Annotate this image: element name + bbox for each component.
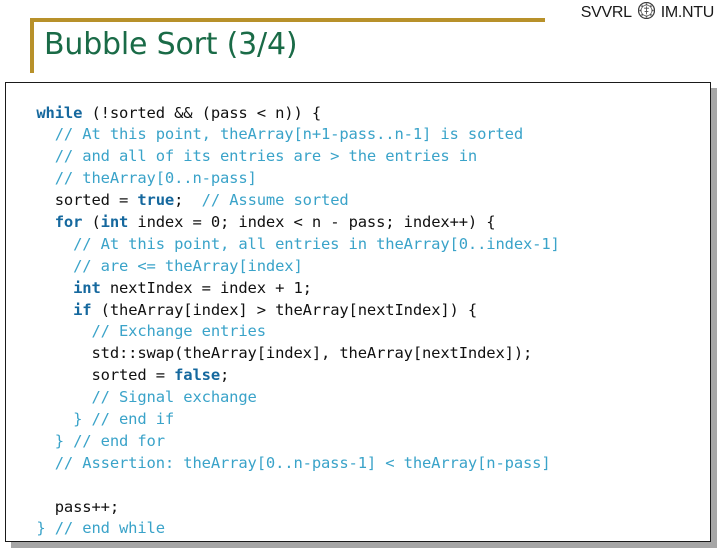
code-token-kw: while <box>18 103 83 122</box>
code-token-comment: // At this point, theArray[n+1-pass..n-1… <box>18 125 523 144</box>
code-token-kw: int <box>18 278 101 297</box>
code-line: // are <= theArray[index] <box>18 256 708 278</box>
code-line: for (int index = 0; index < n - pass; in… <box>18 212 708 234</box>
code-token-comment: // Assume sorted <box>201 191 349 210</box>
code-line: sorted = true; // Assume sorted <box>18 190 708 212</box>
code-listing: while (!sorted && (pass < n)) { // At th… <box>18 103 708 542</box>
code-line: while (!sorted && (pass < n)) { <box>18 103 708 125</box>
code-token-comment: } // end if <box>18 409 175 428</box>
code-token-comment: // Exchange entries <box>18 322 266 341</box>
code-token-comment: // At this point, all entries in theArra… <box>18 234 560 253</box>
code-token-comment: // theArray[0..n-pass] <box>18 169 257 188</box>
ntu-seal-icon <box>637 1 655 24</box>
code-token-comment: } // end for <box>18 431 165 450</box>
code-token-comment: // and all of its entries are > the entr… <box>18 147 478 166</box>
code-token-kw: for <box>18 212 83 231</box>
code-token-plain: pass++; <box>18 497 119 516</box>
code-token-plain: ; <box>220 366 230 385</box>
code-token-comment: } // end bubbleSort <box>18 541 192 542</box>
brand-lockup: SVVRL IM.NTU <box>580 1 715 24</box>
institute-name-label: IM.NTU <box>660 4 715 21</box>
code-token-kw: if <box>18 300 92 319</box>
code-token-comment: // are <= theArray[index] <box>18 256 303 275</box>
code-token-plain: sorted = <box>18 191 138 210</box>
code-line: // Signal exchange <box>18 387 708 409</box>
code-token-plain: index = 0; index < n - pass; index++) { <box>128 212 496 231</box>
code-token-plain: (!sorted && (pass < n)) { <box>82 103 322 122</box>
code-token-plain: ( <box>82 212 101 231</box>
code-line: } // end bubbleSort <box>18 540 708 542</box>
title-accent-rule-vertical <box>30 18 34 73</box>
code-line: if (theArray[index] > theArray[nextIndex… <box>18 300 708 322</box>
page-title: Bubble Sort (3/4) <box>44 27 298 62</box>
code-token-comment: // Signal exchange <box>18 388 257 407</box>
code-line: // Assertion: theArray[0..n-pass-1] < th… <box>18 453 708 475</box>
code-token-kw: true <box>137 191 175 210</box>
code-token-plain: sorted = <box>18 366 175 385</box>
code-panel: while (!sorted && (pass < n)) { // At th… <box>5 82 711 542</box>
code-line: // At this point, theArray[n+1-pass..n-1… <box>18 124 708 146</box>
code-token-comment: } // end while <box>18 519 165 538</box>
code-token-plain: (theArray[index] > theArray[nextIndex]) … <box>91 300 478 319</box>
code-token-kw: false <box>174 366 221 385</box>
code-token-plain: std::swap(theArray[index], theArray[next… <box>18 344 533 363</box>
slide-header: Bubble Sort (3/4) SVVRL IM.NTU <box>0 0 720 82</box>
code-line: } // end while <box>18 518 708 540</box>
code-line: } // end for <box>18 431 708 453</box>
code-line: // and all of its entries are > the entr… <box>18 146 708 168</box>
code-line: } // end if <box>18 409 708 431</box>
code-line: // Exchange entries <box>18 321 708 343</box>
code-line: sorted = false; <box>18 365 708 387</box>
code-token-kw: int <box>100 212 129 231</box>
code-token-plain: ; <box>174 191 202 210</box>
code-token-comment: // Assertion: theArray[0..n-pass-1] < th… <box>18 453 551 472</box>
code-line: // At this point, all entries in theArra… <box>18 234 708 256</box>
title-accent-rule-horizontal <box>30 18 545 22</box>
code-line: int nextIndex = index + 1; <box>18 278 708 300</box>
lab-name-label: SVVRL <box>580 4 632 21</box>
code-token-plain: nextIndex = index + 1; <box>100 278 312 297</box>
code-line: std::swap(theArray[index], theArray[next… <box>18 343 708 365</box>
code-line: // theArray[0..n-pass] <box>18 168 708 190</box>
code-line: pass++; <box>18 497 708 519</box>
